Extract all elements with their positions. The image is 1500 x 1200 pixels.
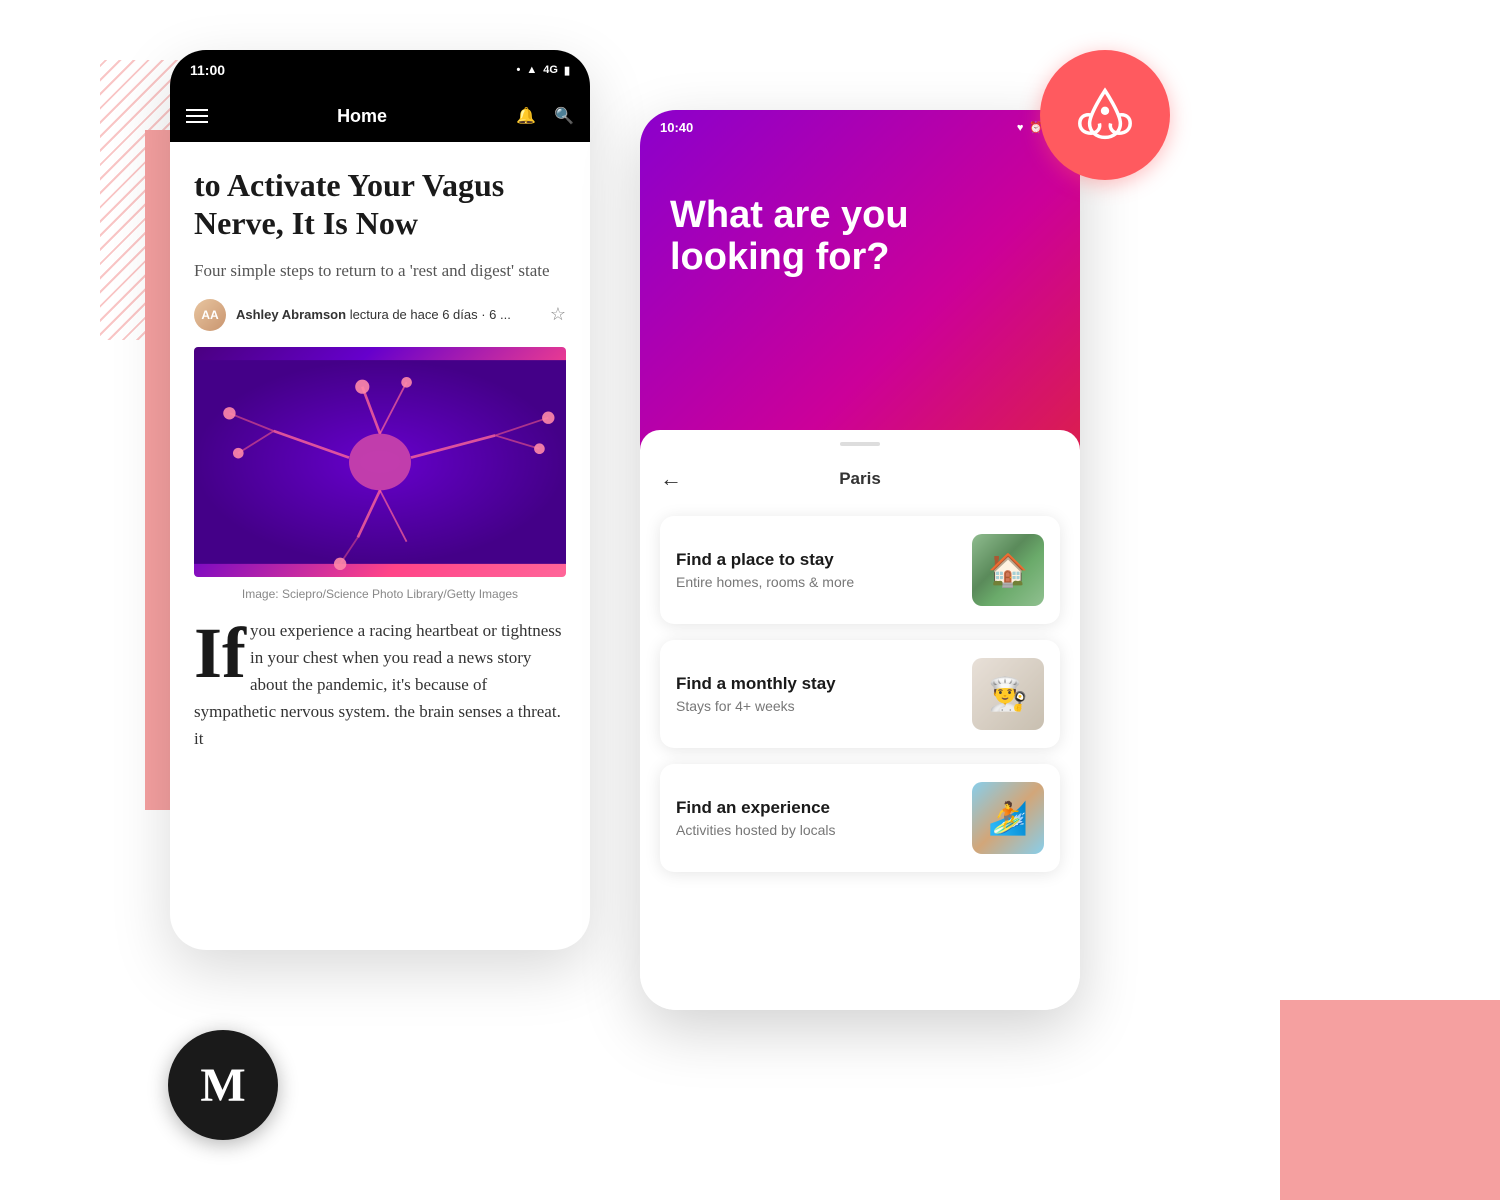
airbnb-option-title-experience: Find an experience bbox=[676, 798, 956, 818]
medium-author-avatar: AA bbox=[194, 299, 226, 331]
medium-toolbar-title: Home bbox=[337, 106, 387, 127]
airbnb-option-subtitle-experience: Activities hosted by locals bbox=[676, 822, 956, 838]
network-icon: 4G bbox=[543, 64, 558, 76]
airbnb-option-experience[interactable]: Find an experience Activities hosted by … bbox=[660, 764, 1060, 872]
airbnb-option-place-to-stay[interactable]: Find a place to stay Entire homes, rooms… bbox=[660, 516, 1060, 624]
medium-article-subtitle: Four simple steps to return to a 'rest a… bbox=[194, 259, 566, 283]
airbnb-option-image-cook bbox=[972, 658, 1044, 730]
search-icon[interactable]: 🔍 bbox=[554, 106, 574, 126]
airbnb-option-subtitle-monthly: Stays for 4+ weeks bbox=[676, 698, 956, 714]
signal-dot-icon: • bbox=[517, 64, 521, 76]
medium-drop-cap: If bbox=[194, 625, 246, 683]
airbnb-option-title-monthly: Find a monthly stay bbox=[676, 674, 956, 694]
medium-article-title: to Activate Your Vagus Nerve, It Is Now bbox=[194, 166, 566, 243]
medium-phone-mockup: 11:00 • ▲ 4G ▮ Home 🔔 🔍 to Activate Your… bbox=[170, 50, 590, 950]
medium-toolbar: Home 🔔 🔍 bbox=[170, 90, 590, 142]
airbnb-option-text-stay: Find a place to stay Entire homes, rooms… bbox=[676, 550, 956, 590]
battery-icon: ▮ bbox=[564, 64, 570, 77]
airbnb-header-title: What are you looking for? bbox=[640, 135, 1080, 309]
medium-bookmark-icon[interactable]: ☆ bbox=[550, 304, 566, 325]
neuron-illustration bbox=[194, 347, 566, 577]
airbnb-option-subtitle-stay: Entire homes, rooms & more bbox=[676, 574, 956, 590]
airbnb-phone-mockup: 10:40 ♥ ⏰ ▲ What are you looking for? ← … bbox=[640, 110, 1080, 1010]
medium-time: 11:00 bbox=[190, 62, 225, 78]
airbnb-time: 10:40 bbox=[660, 120, 693, 135]
cook-image bbox=[972, 658, 1044, 730]
medium-author-info: Ashley Abramson lectura de hace 6 días ·… bbox=[236, 307, 511, 322]
medium-body-text-content: you experience a racing heartbeat or tig… bbox=[194, 621, 562, 749]
airbnb-status-bar: 10:40 ♥ ⏰ ▲ bbox=[640, 110, 1080, 135]
airbnb-nav-bar: ← Paris bbox=[660, 466, 1060, 492]
airbnb-option-text-monthly: Find a monthly stay Stays for 4+ weeks bbox=[676, 674, 956, 714]
medium-toolbar-icons: 🔔 🔍 bbox=[516, 106, 574, 126]
medium-article-image bbox=[194, 347, 566, 577]
menu-icon[interactable] bbox=[186, 109, 208, 123]
medium-status-icons: • ▲ 4G ▮ bbox=[517, 64, 571, 77]
heart-status-icon: ♥ bbox=[1017, 122, 1024, 134]
airbnb-drag-handle bbox=[840, 442, 880, 446]
surf-image bbox=[972, 782, 1044, 854]
airbnb-option-image-house bbox=[972, 534, 1044, 606]
airbnb-option-monthly-stay[interactable]: Find a monthly stay Stays for 4+ weeks bbox=[660, 640, 1060, 748]
house-image bbox=[972, 534, 1044, 606]
airbnb-option-text-experience: Find an experience Activities hosted by … bbox=[676, 798, 956, 838]
airbnb-logo-icon bbox=[1070, 80, 1140, 150]
airbnb-nav-location: Paris bbox=[839, 469, 881, 489]
airbnb-logo-circle[interactable] bbox=[1040, 50, 1170, 180]
airbnb-back-button[interactable]: ← bbox=[660, 466, 682, 492]
medium-image-caption: Image: Sciepro/Science Photo Library/Get… bbox=[194, 587, 566, 601]
background-pink-rect-bottom-right bbox=[1280, 1000, 1500, 1200]
medium-logo-circle[interactable]: M bbox=[168, 1030, 278, 1140]
medium-body-text: If you experience a racing heartbeat or … bbox=[194, 617, 566, 753]
medium-logo-letter: M bbox=[200, 1058, 245, 1113]
medium-status-bar: 11:00 • ▲ 4G ▮ bbox=[170, 50, 590, 90]
medium-author-meta: lectura de hace 6 días · 6 ... bbox=[350, 307, 511, 322]
medium-article-content: to Activate Your Vagus Nerve, It Is Now … bbox=[170, 142, 590, 753]
medium-author-row: AA Ashley Abramson lectura de hace 6 día… bbox=[194, 299, 566, 331]
airbnb-option-title-stay: Find a place to stay bbox=[676, 550, 956, 570]
airbnb-option-image-surf bbox=[972, 782, 1044, 854]
medium-author-name: Ashley Abramson bbox=[236, 307, 346, 322]
airbnb-bottom-sheet: ← Paris Find a place to stay Entire home… bbox=[640, 430, 1080, 1010]
wifi-icon: ▲ bbox=[526, 64, 537, 76]
notification-icon[interactable]: 🔔 bbox=[516, 106, 536, 126]
